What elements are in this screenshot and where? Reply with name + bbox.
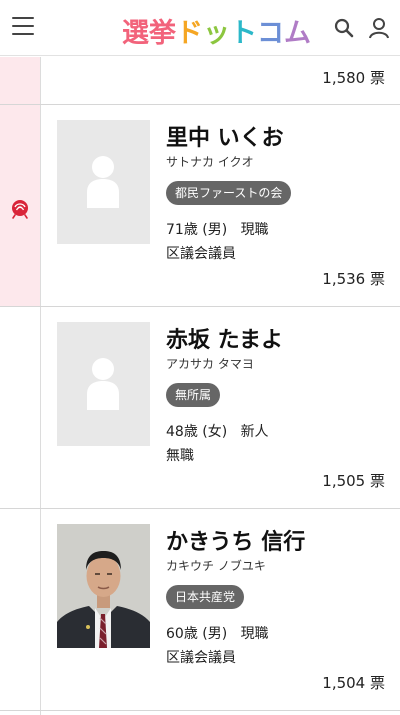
candidate-age-gender: 60歳 (男)	[166, 626, 228, 642]
candidate-row[interactable]: かきうち 信行 カキウチ ノブユキ 日本共産党 60歳 (男) 現職 区議会議員…	[0, 509, 400, 711]
vote-count: 1,504 票	[322, 674, 385, 692]
site-header: 選挙ドットコム	[0, 0, 400, 56]
rank-gutter	[0, 711, 41, 715]
candidate-photo[interactable]	[57, 524, 150, 648]
candidate-name[interactable]: かきうち 信行	[166, 524, 305, 556]
vote-count: 1,536 票	[322, 270, 385, 288]
vote-count: 1,505 票	[322, 472, 385, 490]
search-icon[interactable]	[333, 17, 355, 39]
winner-rose-icon	[12, 200, 28, 219]
candidate-age-status: 60歳 (男) 現職	[166, 623, 269, 643]
rank-gutter	[0, 307, 41, 508]
site-logo[interactable]: 選挙ドットコム	[122, 11, 311, 50]
candidate-age-status: 71歳 (男) 現職	[166, 219, 269, 239]
candidate-row	[0, 711, 400, 715]
candidate-kana: アカサカ タマヨ	[166, 357, 254, 371]
candidate-portrait	[57, 524, 150, 648]
logo-char: ド	[176, 18, 203, 49]
rank-gutter	[0, 509, 41, 710]
candidate-status: 現職	[240, 626, 269, 642]
candidate-status: 新人	[240, 424, 269, 440]
rank-gutter	[0, 105, 41, 306]
candidate-photo-placeholder[interactable]	[57, 120, 150, 244]
candidate-row[interactable]: 里中 いくお サトナカ イクオ 都民ファーストの会 71歳 (男) 現職 区議会…	[0, 105, 400, 307]
candidate-kana: サトナカ イクオ	[166, 155, 254, 169]
logo-char: ム	[284, 18, 311, 49]
candidate-age-status: 48歳 (女) 新人	[166, 421, 269, 441]
candidate-age-gender: 48歳 (女)	[166, 424, 228, 440]
party-badge: 日本共産党	[166, 585, 245, 609]
logo-char: ト	[230, 18, 257, 49]
menu-icon[interactable]	[12, 17, 34, 37]
logo-char: 挙	[149, 18, 176, 49]
party-badge: 無所属	[166, 383, 221, 407]
person-silhouette-icon	[87, 156, 119, 208]
candidate-occupation: 無職	[166, 448, 194, 464]
person-silhouette-icon	[87, 358, 119, 410]
logo-char: 選	[122, 18, 149, 49]
candidate-row[interactable]: 赤坂 たまよ アカサカ タマヨ 無所属 48歳 (女) 新人 無職 1,505 …	[0, 307, 400, 509]
candidate-name[interactable]: 里中 いくお	[166, 120, 284, 152]
logo-char: コ	[257, 18, 284, 49]
candidate-name[interactable]: 赤坂 たまよ	[166, 322, 283, 354]
rank-gutter	[0, 57, 41, 104]
candidate-row: 1,580 票	[0, 57, 400, 105]
candidate-kana: カキウチ ノブユキ	[166, 559, 266, 573]
user-icon[interactable]	[368, 17, 390, 39]
candidate-age-gender: 71歳 (男)	[166, 222, 228, 238]
candidate-occupation: 区議会議員	[166, 650, 236, 666]
candidate-occupation: 区議会議員	[166, 246, 236, 262]
logo-char: ッ	[203, 18, 230, 49]
candidate-status: 現職	[240, 222, 269, 238]
party-badge: 都民ファーストの会	[166, 181, 292, 205]
vote-count: 1,580 票	[322, 69, 385, 87]
candidate-photo-placeholder[interactable]	[57, 322, 150, 446]
